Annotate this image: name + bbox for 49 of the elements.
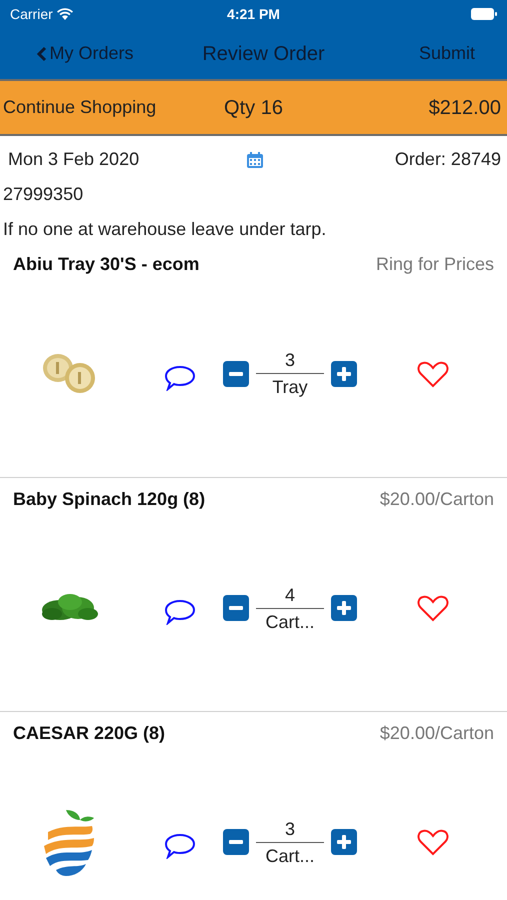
- product-price: $20.00/Carton: [380, 488, 494, 511]
- unit-label: Tray: [272, 376, 308, 398]
- wifi-icon: [56, 8, 73, 20]
- speech-bubble-icon: [164, 833, 196, 859]
- carrier-label: Carrier: [10, 4, 53, 24]
- minus-icon: [229, 372, 243, 376]
- heart-icon: [417, 360, 449, 388]
- minus-icon: [229, 840, 243, 844]
- submit-button[interactable]: Submit: [367, 40, 507, 67]
- increase-button[interactable]: [331, 360, 357, 386]
- continue-shopping-button[interactable]: Continue Shopping: [3, 94, 173, 121]
- plus-icon: [337, 601, 351, 615]
- unit-label: Cart...: [265, 844, 314, 866]
- price-total: $212.00: [428, 96, 502, 120]
- calendar-icon[interactable]: [246, 150, 264, 168]
- decrease-button[interactable]: [223, 595, 249, 621]
- favorite-button[interactable]: [417, 828, 449, 856]
- quantity-value: 3: [284, 349, 295, 371]
- delivery-date: Mon 3 Feb 2020: [8, 148, 140, 171]
- product-price: $20.00/Carton: [380, 722, 494, 745]
- account-number: 27999350: [3, 183, 84, 206]
- battery-icon: [470, 8, 497, 20]
- heart-icon: [417, 594, 449, 622]
- quantity-value: 4: [284, 584, 295, 606]
- plus-icon: [337, 835, 351, 849]
- speech-bubble-icon: [164, 599, 196, 625]
- plus-icon: [337, 366, 351, 380]
- decrease-button[interactable]: [223, 829, 249, 855]
- quantity-total: Qty 16: [224, 96, 283, 120]
- back-button[interactable]: My Orders: [0, 40, 160, 67]
- favorite-button[interactable]: [417, 594, 449, 622]
- speech-bubble-icon: [164, 364, 196, 390]
- increase-button[interactable]: [331, 595, 357, 621]
- increase-button[interactable]: [331, 829, 357, 855]
- product-name: Abiu Tray 30'S - ecom: [13, 253, 200, 276]
- clock: 4:21 PM: [227, 4, 280, 24]
- quantity-value: 3: [284, 818, 295, 840]
- product-price: Ring for Prices: [376, 253, 494, 276]
- minus-icon: [229, 606, 243, 610]
- decrease-button[interactable]: [223, 360, 249, 386]
- product-name: Baby Spinach 120g (8): [13, 488, 206, 511]
- screen-title: Review Order: [201, 42, 326, 66]
- delivery-note: If no one at warehouse leave under tarp.: [3, 218, 328, 241]
- heart-icon: [417, 828, 449, 856]
- chevron-left-icon: [36, 46, 48, 62]
- product-name: CAESAR 220G (8): [13, 722, 166, 745]
- unit-label: Cart...: [265, 610, 314, 632]
- favorite-button[interactable]: [417, 360, 449, 388]
- order-number: Order: 28749: [394, 148, 501, 171]
